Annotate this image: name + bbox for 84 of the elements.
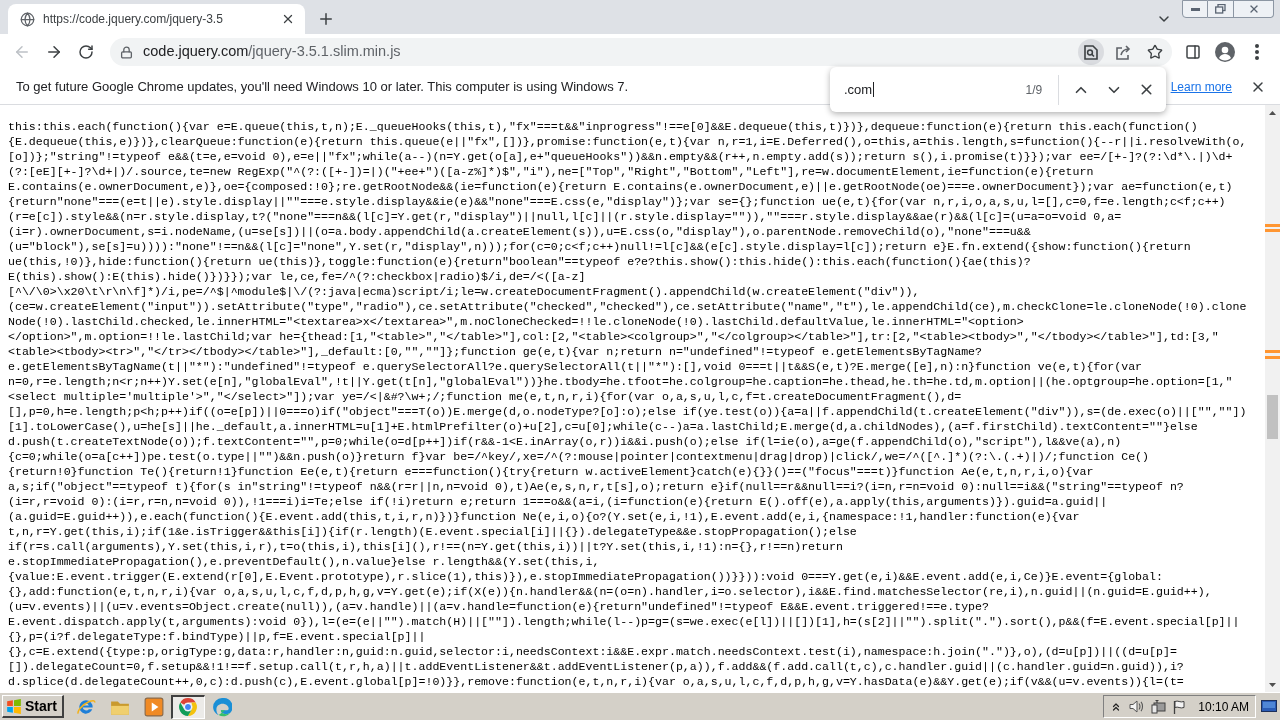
match-marker-icon — [1265, 224, 1280, 227]
code-line: {},c=E.extend({type:p,origType:g,data:r,handler:n,guid:n.guid,selector:i,needsContext:i&&E.expr.match.needsContext.test(i),namespace:h.join(".")},o),(d=u[p])||((d=u[p]= — [8, 644, 1177, 659]
minimize-button[interactable] — [1182, 0, 1208, 18]
star-icon — [1147, 44, 1163, 60]
code-line: this:this.each(function(){var e=E.queue(this,t,n);E._queueHooks(this,t),"fx"===t&&"inprogress"!==e[0]&&E.dequeue(this,t)})},dequeue:function(e){return this.each(function() — [8, 119, 1198, 134]
code-line: Node(!0).lastChild.checked,le.innerHTML="<textarea>x</textarea>",m.noCloneChecked=!!le.cloneNode(!0).lastChild.defaultValue,le.innerHTML="<option> — [8, 314, 1024, 329]
code-line: (r=e[c]).style&&(n=r.style.display,t?("none"===n&&(l[c]=Y.get(r,"display")||null,l[c]||(r.style.display="")),""===r.style.display&&ae(r)&&(l[c]=(u=a=o=void 0,a= — [8, 209, 1122, 224]
info-message: To get future Google Chrome updates, you'll need Windows 10 or later. This computer is using Windows 7. — [16, 78, 629, 97]
url-text: code.jquery.com/jquery-3.5.1.slim.min.js — [143, 42, 401, 62]
match-marker-icon — [1265, 356, 1280, 359]
flag-icon[interactable] — [1173, 699, 1186, 714]
lock-icon — [120, 45, 133, 59]
avatar-icon — [1215, 42, 1235, 62]
code-line: e.getElementsByTagName(t||"*"):"undefined"!=typeof e.querySelectorAll?e.querySelectorAll(t||"*"):[],void 0===t||t&&S(e,t)?E.merge([e],n):n}function ve(e,t){for(var — [8, 359, 1143, 374]
match-marker-icon — [1265, 350, 1280, 353]
clock[interactable]: 10:10 AM — [1198, 697, 1249, 716]
code-line: d.splice(d.delegateCount++,0,c):d.push(c),E.event.global[p]=!0)}},remove:function(e,t,n,r,i){var o,a,s,u,l,c,f,d,p,h,g,v=Y.hasData(e)&&Y.get(e);if(v&&(u=v.events)){l=(t= — [8, 674, 1184, 689]
restore-icon — [1215, 4, 1226, 14]
four-pane-flag-icon — [6, 698, 22, 714]
find-in-page-button[interactable] — [1078, 39, 1104, 65]
find-in-page-icon — [1084, 44, 1098, 60]
code-line: {return"none"===(e=t||e).style.display||""===e.style.display&&ie(e)&&"none"===E.css(e,"display")};var se={};function ue(e,t){for(var n,r,i,o,a,s,u,l=[],c=0,f=e.length;c<f;c++) — [8, 194, 1226, 209]
close-icon[interactable] — [281, 12, 295, 26]
code-line: ue(this,!0)},hide:function(){return ue(this)},toggle:function(e){return"boolean"==typeof e?e?this.show():this.hide():this.each(function(){ae(this)? — [8, 254, 1031, 269]
code-line: []).delegateCount=0,f.setup&&!1!==f.setup.call(t,r,h,a)||t.addEventListener&&t.addEventListener(p,a)),f.add&&(f.add.call(t,c),c.handler.guid||(c.handler.guid=n.guid)),i? — [8, 659, 1184, 674]
code-line: {c=0;while(o=a[c++])pe.test(o.type||"")&&n.push(o)}return f}var be=/^key/,xe=/^(?:mouse|pointer|contextmenu|drag|drop)|click/,we=/^([^.]*)(?:\.(.+)|)/;function Ce() — [8, 449, 1149, 464]
close-icon[interactable] — [1250, 79, 1266, 95]
code-line: e.stopImmediatePropagation(),e.preventDefault(),n.value}else r.length&&(Y.set(this,i, — [8, 554, 600, 569]
code-line: E.contains(e.ownerDocument,e)},oe={composed:!0};re.getRootNode&&(ie=function(e){return E.contains(e.ownerDocument,e)||e.getRootNode(oe)===e.ownerDocument});var ae=function(e,t) — [8, 179, 1233, 194]
play-icon — [143, 696, 164, 717]
code-line: (u=v.events)||(u=v.events=Object.create(null)),(a=v.handle)||(a=v.handle=function(e){return"undefined"!=typeof E&&E.event.triggered!==e.type? — [8, 599, 989, 614]
scroll-down-arrow-icon[interactable] — [1269, 682, 1276, 687]
code-line: <select multiple='multiple'>","</select>"]);var ye=/<|&#?\w+;/;function me(e,t,n,r,i){for(var o,a,s,u,l,c,f=t.createDocumentFragment(),d= — [8, 389, 962, 404]
minimize-icon — [1190, 7, 1200, 11]
taskbar-app-button[interactable] — [170, 694, 205, 719]
code-line: (i=r).ownerDocument,s=i.nodeName,(u=se[s])||(o=a.body.appendChild(a.createElement(s)),u=E.css(o,"display"),o.parentNode.removeChild(o),"none"===u&& — [8, 224, 1031, 239]
share-icon — [1115, 44, 1131, 60]
code-line: (u="block"),se[s]=u)))):"none"!==n&&(l[c]="none",Y.set(r,"display",n)));for(c=0;c<f;c++)null!=l[c]&&(e[c].style.display=l[c]);return e}E.fn.extend({show:function(){return — [8, 239, 1191, 254]
code-line: (ce=w.createElement("input")).setAttribute("type","radio"),ce.setAttribute("checked","checked"),ce.setAttribute("name","t"),le.appendChild(ce),m.checkClone=le.cloneNode(!0).clone — [8, 299, 1247, 314]
speaker-icon[interactable] — [1129, 700, 1145, 713]
reload-icon — [78, 44, 94, 60]
code-line: [o])};"string"!=typeof e&&(t=e,e=void 0),e=e||"fx";while(a--)(n=Y.get(o[a],e+"queueHooks"))&&n.empty&&(r++,n.empty.add(s));return s(),i.promise(t)}});var ee=/[+-]?(?:\d*\.|)\d+ — [8, 149, 1233, 164]
swirl-icon — [211, 696, 232, 717]
code-line: d.push(t.createTextNode(o));f.textContent="",p=0;while(o=d[p++])if(r&&-1<E.inArray(o,r))i&&i.push(o);else if(l=ie(o),a=ge(f.appendChild(o),"script"),l&&ve(a),n) — [8, 434, 1122, 449]
side-panel-icon — [1185, 44, 1201, 60]
code-line: (a.guid=E.guid++)),e.each(function(){E.event.add(this,t,i,r,n)})}function Ne(e,i,o){o?(Y.set(e,i,!1),E.event.add(e,i,{namespace:!1,handler:function(e){var — [8, 509, 1080, 524]
scroll-up-arrow-icon[interactable] — [1269, 110, 1276, 115]
restore-button[interactable] — [1208, 0, 1234, 18]
close-button[interactable] — [1234, 0, 1274, 18]
address-bar[interactable]: code.jquery.com/jquery-3.5.1.slim.min.js — [110, 38, 1172, 66]
code-line: if(r=s.call(arguments),Y.set(this,i,r),t=o(this,i),this[i](),r!==(n=Y.get(this,i))||t?Y.set(this,i,!1):n={},r!==n)return — [8, 539, 843, 554]
code-line: <table><tbody><tr>","</tr></tbody></table>"],_default:[0,"",""]};function ge(e,t){var n;return n="undefined"!=typeof e.getElementsByTagName? — [8, 344, 983, 359]
tricolor-circle-icon — [178, 697, 199, 717]
code-line: (?:[eE][+-]?\d+|)/.source,te=new RegExp("^(?:([+-])=|)("+ee+")([a-z%]*)$","i"),ne=["Top","Right","Bottom","Left"],re=w.documentElement,ie=function(e){return — [8, 164, 1094, 179]
find-field[interactable]: .com — [844, 77, 1012, 102]
arrow-right-icon — [45, 43, 63, 61]
desktop-icon[interactable] — [1261, 700, 1277, 713]
code-line: {},p=(i?f.delegateType:f.bindType)||p,f=E.event.special[p]|| — [8, 629, 426, 644]
code-line: [1].toLowerCase(),u=he[s]||he._default,a.innerHTML=u[1]+E.htmlPrefilter(o)+u[2],c=u[0];while(c--)a=a.lastChild;E.merge(d,a.childNodes),(a=f.firstChild).textContent=""}else — [8, 419, 1198, 434]
match-count: 1/9 — [1025, 81, 1043, 99]
code-line: E(this).show():E(this).hide()})}});var le,ce,fe=/^(?:checkbox|radio)$/i,de=/<([a-z] — [8, 269, 586, 284]
text-cursor-icon — [873, 82, 875, 97]
code-line: E.event.dispatch.apply(t,arguments):void 0}),l=(e=(e||"").match(H)||[""]).length;while(l--)p=g=(s=we.exec(e[l])||[])[1],h=(s[2]||"").split(".").sort(),p&&(f=E.event.special[p]|| — [8, 614, 1240, 629]
learn-more-link[interactable]: Learn more — [1170, 78, 1232, 96]
code-line: n=0,r=e.length;n<r;n++)Y.set(e[n],"globalEval",!t||Y.get(t[n],"globalEval"))}he.tbody=he.tfoot=he.colgroup=he.caption=he.thead,he.th=he.td,m.option||(he.optgroup=he.option=[1," — [8, 374, 1233, 389]
menu-icon — [1255, 44, 1259, 60]
code-line: (i=r,r=void 0):(i=r,r=n,n=void 0)),!1===i)i=Te;else if(!i)return e;return 1===o&&(a=i,(i=function(e){return E().off(e),a.apply(this,arguments)}).guid=a.guid|| — [8, 494, 1108, 509]
network-computer-icon[interactable] — [1151, 699, 1167, 714]
code-line: a,s;if("object"==typeof t){for(s in"string"!=typeof n&&(r=r||n,n=void 0),t)Ae(e,s,n,r,t[s],o);return e}if(null==r&&null==i?(i=n,r=n=void 0):null==i&&("string"==typeof n? — [8, 479, 1184, 494]
start-button[interactable]: Start — [2, 695, 64, 718]
code-line: {return!0}function Te(){return!1}function Ee(e,t){return e===function(){try{return w.activeElement}catch(e){}}()==("focus"===t)}function Ae(e,t,n,r,i,o){var — [8, 464, 1094, 479]
code-line: [^\/\0>\x20\t\r\n\f]*)/i,pe=/^$|^module$|\/(?:java|ecma)script/i;le=w.createDocumentFragment().appendChild(w.createElement("div")), — [8, 284, 920, 299]
code-line: {},add:function(e,t,n,r,i){var o,a,s,u,l,c,f,d,p,h,g,v=Y.get(e);if(X(e)){n.handler&&(n=(o=n).handler,i=o.selector),i&&E.find.matchesSelector(re,i),n.guid||(n.guid=E.guid++), — [8, 584, 1212, 599]
globe-icon — [20, 11, 35, 27]
code-line: {E.dequeue(this,e)})},clearQueue:function(e){return this.queue(e||"fx",[])},promise:function(e,t){var n,r=1,i=E.Deferred(),o=this,a=this.length,s=function(){--r||i.resolveWith(o, — [8, 134, 1247, 149]
code-line: [],p=0,h=e.length;p<h;p++)if((o=e[p])||0===o)if("object"===T(o))E.merge(d,o.nodeType?[o]:o);else if(ye.test(o)){a=a||f.appendChild(t.createElement("div")),s=(de.exec(o)||["",""]) — [8, 404, 1247, 419]
browser-tab[interactable]: https://code.jquery.com/jquery-3.5 — [8, 4, 305, 34]
scrollbar-track[interactable] — [1265, 105, 1280, 692]
scrollbar-thumb[interactable] — [1267, 395, 1278, 439]
match-marker-icon — [1265, 229, 1280, 232]
code-line: t,n,r=Y.get(this,i);if(1&e.isTrigger&&this[i]){if(r.length)(E.event.special[i]||{}).delegateType&&e.stopPropagation();else — [8, 524, 857, 539]
code-line: {value:E.event.trigger(E.extend(r[0],E.Event.prototype),r.slice(1),this)}),e.stopImmediatePropagation())}})):void 0===Y.get(e,i)&&E.event.add(e,i,Ce)}E.event={global: — [8, 569, 1163, 584]
code-line: </option>",m.option=!!le.lastChild;var he={thead:[1,"<table>","</table>"],col:[2,"<table><colgroup>","</colgroup></table>"],tr:[2,"<table><tbody>","</tbody></table>"],td:[3," — [8, 329, 1219, 344]
new-tab-icon[interactable] — [317, 10, 335, 28]
